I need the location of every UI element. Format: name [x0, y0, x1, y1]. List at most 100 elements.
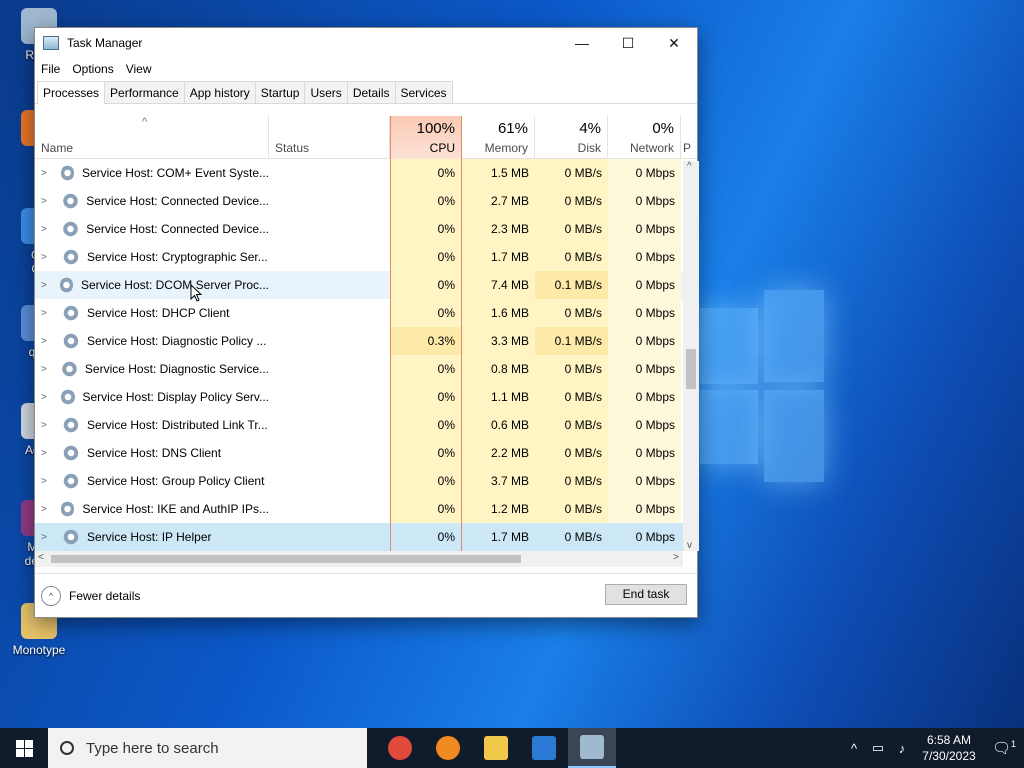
network-icon[interactable]: ▭ [866, 740, 890, 756]
disk-cell: 0 MB/s [535, 411, 608, 439]
cpu-cell: 0% [390, 243, 462, 271]
taskbar-app-task-manager[interactable] [568, 728, 616, 768]
expand-chevron-icon[interactable]: > [41, 224, 53, 235]
table-row[interactable]: > Service Host: Connected Device... 0% 2.3 … [35, 215, 697, 243]
process-name: Service Host: IKE and AuthIP IPs... [82, 502, 269, 516]
tab-details[interactable]: Details [346, 81, 396, 103]
close-button[interactable]: ✕ [651, 28, 697, 58]
network-cell: 0 Mbps [608, 187, 681, 215]
menu-options[interactable]: Options [66, 62, 119, 76]
fewer-details-link[interactable]: Fewer details [69, 589, 140, 603]
table-row[interactable]: > Service Host: Diagnostic Service... 0% 0.… [35, 355, 697, 383]
minimize-button[interactable]: — [559, 28, 605, 58]
expand-chevron-icon[interactable]: > [41, 308, 53, 319]
expand-chevron-icon[interactable]: > [41, 476, 53, 487]
title-bar[interactable]: Task Manager — ☐ ✕ [35, 28, 697, 58]
column-cpu[interactable]: 100% CPU [390, 116, 462, 159]
expand-chevron-icon[interactable]: > [41, 168, 51, 179]
column-memory[interactable]: 61% Memory [462, 116, 535, 159]
table-row[interactable]: > Service Host: COM+ Event Syste... 0% 1.5 … [35, 159, 697, 187]
tab-performance[interactable]: Performance [104, 81, 185, 103]
expand-chevron-icon[interactable]: > [41, 252, 53, 263]
disk-cell: 0 MB/s [535, 383, 608, 411]
start-button[interactable] [0, 728, 48, 768]
taskbar-search-box[interactable]: Type here to search [48, 728, 367, 768]
expand-chevron-icon[interactable]: > [41, 392, 51, 403]
window-title: Task Manager [67, 36, 143, 50]
tab-processes[interactable]: Processes [37, 81, 106, 104]
column-disk[interactable]: 4% Disk [535, 116, 608, 159]
cpu-cell: 0% [390, 355, 462, 383]
network-cell: 0 Mbps [635, 530, 675, 544]
column-name[interactable]: ^ Name [35, 116, 269, 159]
chevron-up-icon[interactable]: ^ [41, 585, 61, 606]
table-row[interactable]: > Service Host: Connected Device... 0% 2.7 … [35, 187, 697, 215]
task-manager-icon [580, 735, 604, 759]
process-name: Service Host: Diagnostic Policy ... [87, 334, 267, 348]
tab-users[interactable]: Users [304, 81, 348, 103]
file-explorer-icon [484, 736, 508, 760]
process-name: Service Host: Cryptographic Ser... [87, 250, 268, 264]
chevron-up-tray-icon[interactable]: ^ [842, 741, 866, 756]
maximize-button[interactable]: ☐ [605, 28, 651, 58]
scroll-right-icon[interactable]: > [673, 552, 679, 563]
table-row[interactable]: > Service Host: Display Policy Serv... 0% 1… [35, 383, 697, 411]
horizontal-scroll-thumb[interactable] [51, 555, 521, 563]
volume-icon[interactable]: ♪ [890, 741, 914, 756]
expand-chevron-icon[interactable]: > [41, 364, 52, 375]
vertical-scroll-thumb[interactable] [686, 349, 696, 389]
table-row[interactable]: > Service Host: DNS Client 0% 2.2 MB 0 MB/s 0… [35, 439, 697, 467]
network-cell: 0 Mbps [608, 243, 681, 271]
disk-cell: 0 MB/s [535, 215, 608, 243]
gear-icon [63, 529, 79, 545]
column-network[interactable]: 0% Network [608, 116, 681, 159]
horizontal-scrollbar[interactable]: < > [35, 551, 683, 567]
notification-center-button[interactable]: 🗨1 [984, 739, 1024, 757]
process-name-cell: > Service Host: Group Policy Client [35, 473, 269, 489]
process-name-cell: > Service Host: DCOM Server Proc... [35, 277, 269, 293]
scroll-left-icon[interactable]: < [38, 552, 44, 563]
memory-cell: 0.8 MB [462, 355, 535, 383]
tab-services[interactable]: Services [394, 81, 453, 103]
taskbar-app-chrome[interactable] [376, 728, 424, 768]
table-header: ^ Name Status 100% CPU 61% Memory 4% Dis… [35, 116, 697, 159]
clock[interactable]: 6:58 AM 7/30/2023 [914, 732, 984, 764]
table-row[interactable]: > Service Host: DHCP Client 0% 1.6 MB 0 MB/s… [35, 299, 697, 327]
table-row[interactable]: > Service Host: Cryptographic Ser... 0% 1.7… [35, 243, 697, 271]
menu-view[interactable]: View [120, 62, 158, 76]
taskbar-app-firefox[interactable] [424, 728, 472, 768]
column-power[interactable]: P [681, 116, 695, 159]
expand-chevron-icon[interactable]: > [41, 336, 53, 347]
table-row[interactable]: > Service Host: DCOM Server Proc... 0% 7.4 … [35, 271, 697, 299]
table-row[interactable]: > Service Host: IP Helper 0% 1.7 MB 0 MB/s 0 … [35, 523, 697, 551]
tab-startup[interactable]: Startup [254, 81, 306, 103]
disk-cell: 0 MB/s [535, 243, 608, 271]
menu-file[interactable]: File [35, 62, 66, 76]
end-task-button[interactable]: End task [605, 584, 687, 605]
scroll-up-icon[interactable]: ^ [687, 161, 692, 172]
gear-icon [62, 193, 79, 209]
gear-icon [63, 473, 79, 489]
memory-cell: 1.7 MB [490, 530, 529, 544]
vertical-scrollbar[interactable]: ^ v [683, 161, 699, 551]
expand-chevron-icon[interactable]: > [41, 504, 51, 515]
expand-chevron-icon[interactable]: > [41, 280, 50, 291]
memory-cell: 7.4 MB [462, 271, 535, 299]
expand-chevron-icon[interactable]: > [41, 532, 53, 543]
disk-cell: 0 MB/s [535, 187, 608, 215]
table-row[interactable]: > Service Host: Diagnostic Policy ... 0.3%… [35, 327, 697, 355]
expand-chevron-icon[interactable]: > [41, 448, 53, 459]
table-row[interactable]: > Service Host: Distributed Link Tr... 0% 0… [35, 411, 697, 439]
scroll-down-icon[interactable]: v [687, 540, 692, 551]
gear-icon [63, 333, 79, 349]
tab-strip: Processes Performance App history Startu… [35, 80, 697, 104]
table-row[interactable]: > Service Host: IKE and AuthIP IPs... 0% 1.… [35, 495, 697, 523]
table-row[interactable]: > Service Host: Group Policy Client 0% 3.7 … [35, 467, 697, 495]
expand-chevron-icon[interactable]: > [41, 196, 53, 207]
column-status[interactable]: Status [269, 116, 390, 159]
taskbar-app-store[interactable] [520, 728, 568, 768]
taskbar-app-file-explorer[interactable] [472, 728, 520, 768]
tab-app-history[interactable]: App history [183, 81, 256, 103]
gear-icon [63, 305, 79, 321]
expand-chevron-icon[interactable]: > [41, 420, 53, 431]
